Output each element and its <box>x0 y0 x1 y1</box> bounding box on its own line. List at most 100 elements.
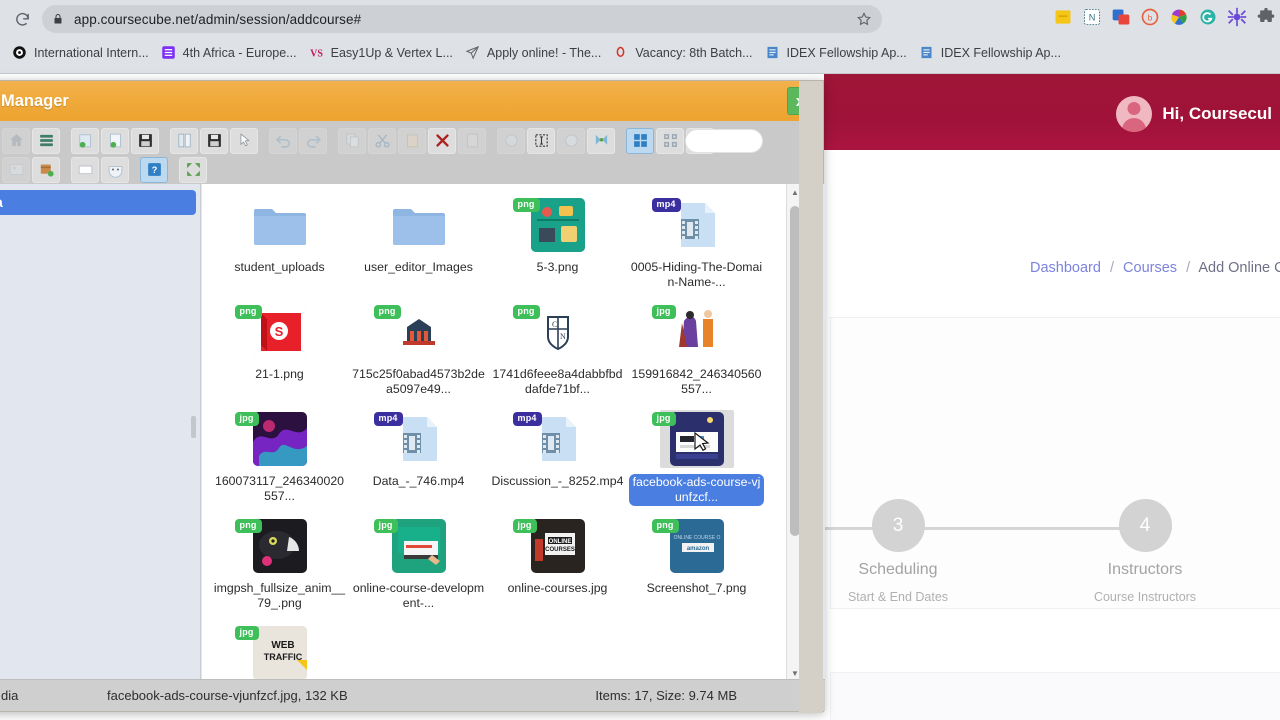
server-icon[interactable] <box>32 127 60 154</box>
redo-icon[interactable] <box>299 127 327 154</box>
splitter-handle[interactable] <box>191 416 196 438</box>
folder-icon <box>253 209 306 245</box>
copy-icon[interactable] <box>338 127 366 154</box>
file-tile[interactable]: png 5-3.png <box>488 192 627 299</box>
step-subtitle: Start & End Dates <box>847 590 949 604</box>
breadcrumb-separator: / <box>1109 260 1114 276</box>
window-icon[interactable] <box>71 156 99 183</box>
extension-purple-star[interactable] <box>1227 7 1247 27</box>
duplicate-icon[interactable] <box>557 127 585 154</box>
bookmark-item[interactable]: 4th Africa - Europe... <box>157 43 305 63</box>
address-bar[interactable]: app.coursecube.net/admin/session/addcour… <box>42 5 882 33</box>
file-type-badge: png <box>234 305 262 319</box>
wizard-step-3[interactable]: 3 Scheduling Start & End Dates <box>833 499 963 604</box>
file-name: 21-1.png <box>255 367 304 381</box>
file-name: 5-3.png <box>536 260 579 274</box>
extension-yellow-note[interactable] <box>1053 7 1073 27</box>
bookmark-label: IDEX Fellowship Ap... <box>940 46 1061 60</box>
scissors-icon[interactable] <box>368 127 396 154</box>
file-tile[interactable]: jpg WEB TRAFFIC <box>210 620 349 681</box>
breadcrumb-dashboard[interactable]: Dashboard <box>1030 260 1101 276</box>
bookmark-item[interactable]: International Intern... <box>8 43 157 63</box>
mask-icon[interactable] <box>101 156 129 183</box>
new-file-icon[interactable] <box>101 127 129 154</box>
file-tile[interactable]: png 715c25f0abad4573b2dea5097e49... <box>349 299 488 406</box>
breadcrumb-current: Add Online Co <box>1198 260 1280 276</box>
list-icon <box>161 45 177 61</box>
properties-icon[interactable] <box>458 127 486 154</box>
file-type-badge: mp4 <box>651 198 681 212</box>
pointer-icon[interactable] <box>230 127 258 154</box>
file-tile[interactable]: png S 21-1.png <box>210 299 349 406</box>
file-type-badge: png <box>373 305 401 319</box>
user-avatar-icon <box>1116 96 1153 132</box>
file-tile[interactable]: jpg online-course-development-... <box>349 513 488 620</box>
file-tile[interactable]: jpg ONLINE COURSES online-courses.jpg <box>488 513 627 620</box>
upload-icon[interactable] <box>32 156 60 183</box>
file-tile[interactable]: png imgpsh_fullsize_anim__79_.png <box>210 513 349 620</box>
bookmark-item[interactable]: Apply online! - The... <box>461 43 609 63</box>
extension-icons: N b <box>1053 7 1276 27</box>
bookmark-label: Vacancy: 8th Batch... <box>635 46 753 60</box>
toolbar-group-file <box>70 127 160 154</box>
floppy-disk-icon[interactable] <box>200 127 228 154</box>
search-input[interactable] <box>685 129 763 153</box>
extension-puzzle[interactable] <box>1256 7 1276 27</box>
extension-color-wheel[interactable] <box>1169 7 1189 27</box>
file-manager-titlebar[interactable]: Manager x <box>0 81 823 121</box>
image-thumbnail <box>252 412 307 466</box>
file-tile[interactable]: png CN 1741d6feee8a4dabbfbddafde71bf... <box>488 299 627 406</box>
file-tile-selected[interactable]: jpg facebook-ads-course-vjunfzcf... <box>627 406 766 513</box>
new-folder-icon[interactable] <box>71 127 99 154</box>
help-icon[interactable]: ? <box>140 156 168 183</box>
file-tile[interactable]: mp4 Discussion_-_8252.mp4 <box>488 406 627 513</box>
file-tile[interactable]: student_uploads <box>210 192 349 299</box>
extension-translate[interactable] <box>1111 7 1131 27</box>
bookmark-item[interactable]: Vacancy: 8th Batch... <box>609 43 760 63</box>
file-tile[interactable]: mp4 0005-Hiding-The-Domain-Name-... <box>627 192 766 299</box>
bookmark-item[interactable]: IDEX Fellowship Ap... <box>761 43 915 63</box>
file-tile[interactable]: png ONLINE COURSE O amazon Screenshot_7.p… <box>627 513 766 620</box>
grid-large-icon[interactable] <box>626 127 654 154</box>
file-tile[interactable]: mp4 Data_-_746.mp4 <box>349 406 488 513</box>
file-tile[interactable]: jpg 159916842_246340560557... <box>627 299 766 406</box>
file-tile[interactable]: user_editor_Images <box>349 192 488 299</box>
home-icon[interactable] <box>2 127 30 154</box>
rename-icon[interactable] <box>527 127 555 154</box>
toolbar-group-help: ? <box>139 156 169 183</box>
file-manager-statusbar: dia facebook-ads-course-vjunfzcf.jpg, 13… <box>0 679 825 711</box>
thumbnail: jpg <box>651 410 734 468</box>
grid-small-icon[interactable] <box>656 127 684 154</box>
bookmark-item[interactable]: IDEX Fellowship Ap... <box>915 43 1069 63</box>
floppy-icon[interactable] <box>131 127 159 154</box>
resize-icon[interactable] <box>587 127 615 154</box>
file-tile[interactable]: jpg 160073117_246340020557... <box>210 406 349 513</box>
content-panel-row <box>830 672 1280 720</box>
wizard-step-4[interactable]: 4 Instructors Course Instructors <box>1080 499 1210 604</box>
o-icon <box>613 45 629 61</box>
browser-chrome: app.coursecube.net/admin/session/addcour… <box>0 0 1280 74</box>
book-icon[interactable] <box>170 127 198 154</box>
file-manager-toolbar: ? <box>0 121 823 184</box>
red-x-icon[interactable] <box>428 127 456 154</box>
preview-icon[interactable] <box>497 127 525 154</box>
tree-item-selected[interactable]: ermedia <box>0 190 196 215</box>
file-grid: student_uploads user_editor_Images png 5… <box>202 184 802 681</box>
image-icon[interactable] <box>2 156 30 183</box>
bookmark-star-icon[interactable] <box>856 11 872 27</box>
paste-icon[interactable] <box>398 127 426 154</box>
bookmark-label: Easy1Up & Vertex L... <box>330 46 453 60</box>
extension-honey[interactable]: b <box>1140 7 1160 27</box>
breadcrumb-courses[interactable]: Courses <box>1123 260 1177 276</box>
status-summary: Items: 17, Size: 9.74 MB <box>595 688 737 703</box>
extension-grammarly[interactable] <box>1198 7 1218 27</box>
fullscreen-icon[interactable] <box>179 156 207 183</box>
extension-notion[interactable]: N <box>1082 7 1102 27</box>
thumbnail: png ONLINE COURSE O amazon <box>651 517 734 575</box>
user-menu[interactable]: Hi, Coursecul <box>1116 96 1272 132</box>
bookmark-item[interactable]: VS Easy1Up & Vertex L... <box>305 43 461 63</box>
toolbar-group-edit <box>337 127 487 154</box>
svg-text:C: C <box>552 320 557 329</box>
reload-icon[interactable] <box>8 5 36 33</box>
undo-icon[interactable] <box>269 127 297 154</box>
